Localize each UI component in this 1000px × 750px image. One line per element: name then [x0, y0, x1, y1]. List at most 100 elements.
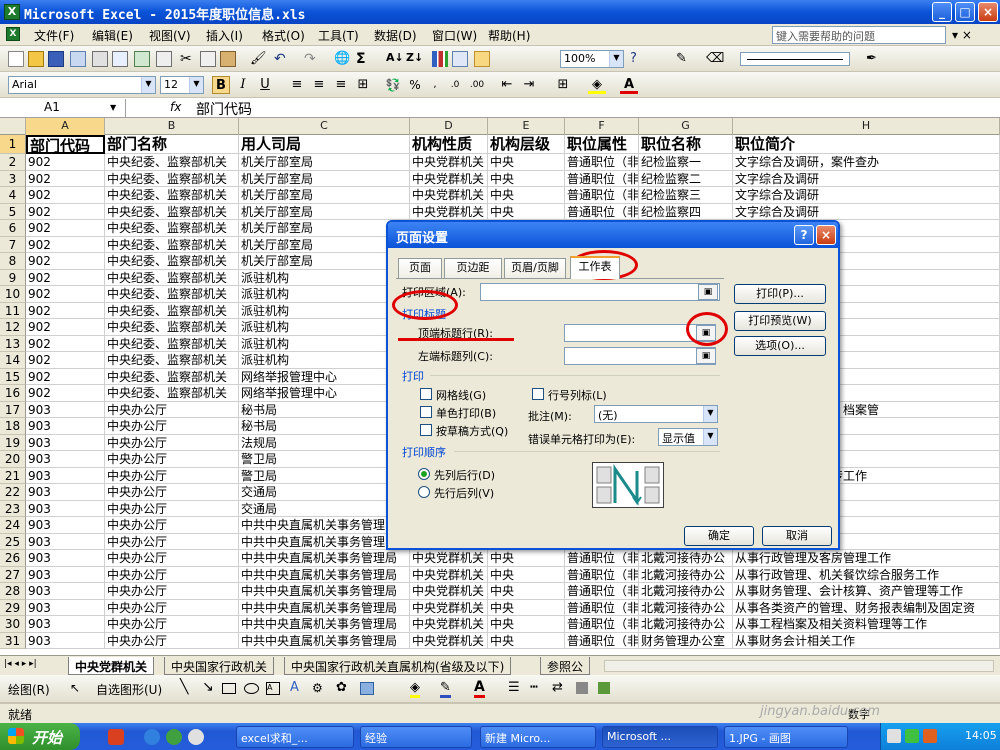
data-cell[interactable]: 中央: [488, 154, 565, 171]
print-button[interactable]: 打印(P)...: [734, 284, 826, 304]
horizontal-scrollbar[interactable]: [604, 660, 994, 672]
data-cell[interactable]: 中央党群机关: [410, 203, 488, 220]
data-cell[interactable]: 902: [26, 269, 105, 286]
menu-view[interactable]: 视图(V): [149, 27, 191, 44]
data-cell[interactable]: 纪检监察四: [639, 203, 733, 220]
data-cell[interactable]: 派驻机构: [239, 319, 410, 336]
data-cell[interactable]: 从事财务会计相关工作: [733, 632, 1000, 649]
data-cell[interactable]: 交通局: [239, 500, 410, 517]
data-cell[interactable]: 机关厅部室局: [239, 220, 410, 237]
sort-desc-icon[interactable]: Z↓: [406, 51, 423, 67]
data-cell[interactable]: 文字综合及调研: [733, 170, 1000, 187]
data-cell[interactable]: 中央党群机关: [410, 550, 488, 567]
drawing-toggle-icon[interactable]: [474, 51, 490, 67]
row-header[interactable]: 31: [0, 632, 26, 649]
task-item[interactable]: excel求和_...: [236, 726, 354, 748]
format-painter-icon[interactable]: 🖌: [250, 51, 267, 67]
drawing-icon[interactable]: [452, 51, 468, 67]
data-cell[interactable]: 中央: [488, 170, 565, 187]
print-icon[interactable]: [92, 51, 108, 67]
data-cell[interactable]: 中央办公厅: [105, 550, 239, 567]
data-cell[interactable]: 从事工程档案及相关资料管理等工作: [733, 616, 1000, 633]
menu-window[interactable]: 窗口(W): [432, 27, 477, 44]
row-header[interactable]: 25: [0, 533, 26, 550]
data-cell[interactable]: 902: [26, 236, 105, 253]
minimize-button[interactable]: _: [932, 2, 952, 22]
row-header[interactable]: 8: [0, 253, 26, 270]
down-over-radio[interactable]: [418, 468, 430, 480]
currency-icon[interactable]: 💱: [384, 76, 402, 94]
tab-header-footer[interactable]: 页眉/页脚: [504, 258, 566, 278]
draw-menu-button[interactable]: 绘图(R): [8, 681, 50, 698]
data-cell[interactable]: 文字综合及调研: [733, 203, 1000, 220]
data-cell[interactable]: 从事财务管理、会计核算、资产管理等工作: [733, 583, 1000, 600]
data-cell[interactable]: 从事各类资产的管理、财务报表编制及固定资: [733, 599, 1000, 616]
task-item-active[interactable]: Microsoft ...: [602, 726, 718, 748]
col-header-a[interactable]: A: [26, 118, 105, 135]
row-header[interactable]: 29: [0, 599, 26, 616]
menu-help[interactable]: 帮助(H): [488, 27, 530, 44]
borders-icon[interactable]: ⊞: [554, 76, 572, 94]
data-cell[interactable]: 北戴河接待办公: [639, 550, 733, 567]
data-cell[interactable]: 中央: [488, 616, 565, 633]
tray-icon[interactable]: [887, 729, 901, 743]
data-cell[interactable]: 902: [26, 335, 105, 352]
maximize-button[interactable]: □: [955, 2, 975, 22]
formula-input[interactable]: 部门代码: [196, 99, 252, 119]
row-header[interactable]: 13: [0, 335, 26, 352]
header-cell[interactable]: 机构性质: [410, 135, 488, 154]
tab-margins[interactable]: 页边距: [444, 258, 502, 278]
row-header[interactable]: 23: [0, 500, 26, 517]
data-cell[interactable]: 中央党群机关: [410, 583, 488, 600]
edit-icon[interactable]: ✎: [676, 51, 692, 67]
data-cell[interactable]: 中央党群机关: [410, 599, 488, 616]
header-cell[interactable]: 部门名称: [105, 135, 239, 154]
tray-icon[interactable]: [905, 729, 919, 743]
name-box[interactable]: A1 ▼: [0, 99, 126, 117]
data-cell[interactable]: 中央: [488, 187, 565, 204]
data-cell[interactable]: 902: [26, 302, 105, 319]
col-header-g[interactable]: G: [639, 118, 733, 135]
data-cell[interactable]: 中央办公厅: [105, 517, 239, 534]
data-cell[interactable]: 中央办公厅: [105, 583, 239, 600]
data-cell[interactable]: 中央纪委、监察部机关: [105, 253, 239, 270]
task-item[interactable]: 1.JPG - 画图: [724, 726, 848, 748]
shadow-icon[interactable]: [576, 682, 588, 694]
left-cols-picker-icon[interactable]: ▣: [696, 348, 716, 364]
data-cell[interactable]: 中央办公厅: [105, 434, 239, 451]
percent-icon[interactable]: %: [406, 76, 424, 94]
data-cell[interactable]: 中央办公厅: [105, 401, 239, 418]
undo-icon[interactable]: ↶: [274, 51, 290, 67]
data-cell[interactable]: 903: [26, 434, 105, 451]
data-cell[interactable]: 秘书局: [239, 418, 410, 435]
save-icon[interactable]: [48, 51, 64, 67]
line-style-icon[interactable]: ☰: [508, 680, 520, 695]
data-cell[interactable]: 纪检监察三: [639, 187, 733, 204]
data-cell[interactable]: 中央党群机关: [410, 187, 488, 204]
3d-icon[interactable]: [598, 682, 610, 694]
data-cell[interactable]: 北戴河接待办公: [639, 599, 733, 616]
data-cell[interactable]: 法规局: [239, 434, 410, 451]
paste-icon[interactable]: [220, 51, 236, 67]
header-cell[interactable]: 职位名称: [639, 135, 733, 154]
data-cell[interactable]: 机关厅部室局: [239, 236, 410, 253]
menu-edit[interactable]: 编辑(E): [92, 27, 133, 44]
line-style-select[interactable]: [740, 52, 850, 66]
data-cell[interactable]: 普通职位（非: [565, 566, 639, 583]
data-cell[interactable]: 普通职位（非: [565, 616, 639, 633]
data-cell[interactable]: 902: [26, 368, 105, 385]
data-cell[interactable]: 中共中央直属机关事务管理局: [239, 616, 410, 633]
data-cell[interactable]: 从事行政管理、机关餐饮综合服务工作: [733, 566, 1000, 583]
data-cell[interactable]: 北戴河接待办公: [639, 583, 733, 600]
data-cell[interactable]: 中央党群机关: [410, 616, 488, 633]
data-cell[interactable]: 中央纪委、监察部机关: [105, 203, 239, 220]
copy-icon[interactable]: [200, 51, 216, 67]
data-cell[interactable]: 中央纪委、监察部机关: [105, 269, 239, 286]
col-header-d[interactable]: D: [410, 118, 488, 135]
print-preview-icon[interactable]: [112, 51, 128, 67]
data-cell[interactable]: 中央纪委、监察部机关: [105, 335, 239, 352]
data-cell[interactable]: 902: [26, 203, 105, 220]
data-cell[interactable]: 秘书局: [239, 401, 410, 418]
italic-button[interactable]: I: [234, 76, 252, 94]
data-cell[interactable]: 普通职位（非: [565, 187, 639, 204]
